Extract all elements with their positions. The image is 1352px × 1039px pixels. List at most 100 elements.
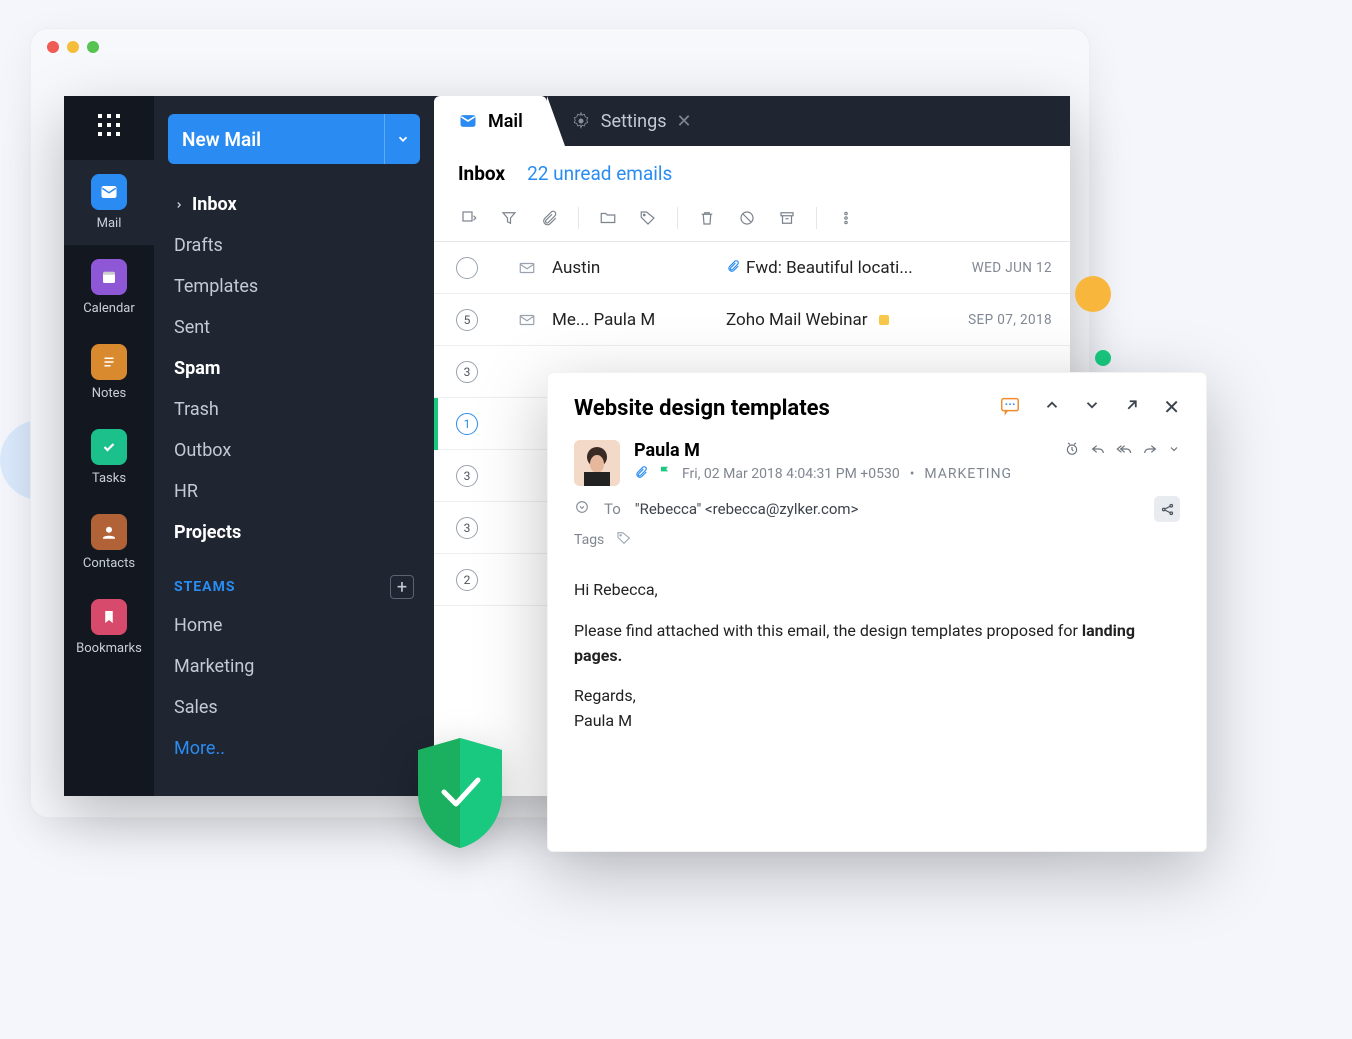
folder-hr[interactable]: HR [168, 471, 420, 512]
more-actions-icon[interactable] [1168, 441, 1180, 461]
close-tab-icon[interactable]: ✕ [677, 111, 692, 132]
rail-item-tasks[interactable]: Tasks [64, 415, 154, 500]
folder-trash[interactable]: Trash [168, 389, 420, 430]
folder-spam[interactable]: Spam [168, 348, 420, 389]
divider [677, 207, 678, 229]
close-preview-icon[interactable]: ✕ [1163, 395, 1180, 422]
stream-label: Marketing [174, 656, 254, 677]
rail-item-bookmarks[interactable]: Bookmarks [64, 585, 154, 670]
to-value: "Rebecca" <rebecca@zylker.com> [635, 500, 859, 518]
folder-sent[interactable]: Sent [168, 307, 420, 348]
rail-item-calendar[interactable]: Calendar [64, 245, 154, 330]
rail-label: Calendar [83, 301, 135, 316]
add-stream-button[interactable]: + [390, 575, 414, 599]
tab-settings[interactable]: Settings ✕ [547, 96, 716, 146]
folder-label: Inbox [192, 194, 237, 215]
mail-row[interactable]: 5Me... Paula MZoho Mail WebinarSEP 07, 2… [434, 294, 1070, 346]
thread-count-badge: 1 [456, 413, 478, 435]
flag-icon[interactable] [658, 465, 672, 483]
reminder-icon[interactable] [1064, 441, 1080, 461]
label-dot [879, 315, 889, 325]
folder-templates[interactable]: Templates [168, 266, 420, 307]
attachment-filter-icon[interactable] [538, 207, 560, 229]
body-greeting: Hi Rebecca, [574, 578, 1180, 603]
attachment-icon[interactable] [634, 465, 648, 483]
folder-title: Inbox [458, 162, 505, 185]
new-mail-label: New Mail [182, 128, 261, 151]
chat-icon[interactable] [999, 395, 1021, 422]
mail-row[interactable]: AustinFwd: Beautiful locati...WED JUN 12 [434, 242, 1070, 294]
folder-outbox[interactable]: Outbox [168, 430, 420, 471]
reply-all-icon[interactable] [1116, 441, 1132, 461]
filter-icon[interactable] [498, 207, 520, 229]
minimize-light[interactable] [67, 41, 79, 53]
calendar-icon [91, 259, 127, 295]
move-folder-icon[interactable] [597, 207, 619, 229]
unread-count[interactable]: 22 unread emails [527, 162, 672, 185]
rail-label: Tasks [92, 471, 126, 486]
rail-label: Contacts [83, 556, 135, 571]
thread-count-badge: 2 [456, 569, 478, 591]
rail-label: Bookmarks [76, 641, 142, 656]
tab-mail[interactable]: Mail [434, 96, 547, 146]
mail-preview-card: Website design templates ✕ Paula M [547, 372, 1207, 852]
stream-home[interactable]: Home [168, 605, 420, 646]
envelope-icon [516, 309, 538, 331]
security-shield-icon [410, 734, 510, 852]
traffic-lights [47, 41, 99, 53]
share-icon[interactable] [1154, 496, 1180, 522]
tags-label: Tags [574, 532, 604, 548]
new-mail-button[interactable]: New Mail [168, 114, 420, 164]
folder-projects[interactable]: Projects [168, 512, 420, 553]
bookmarks-icon [91, 599, 127, 635]
archive-icon[interactable] [776, 207, 798, 229]
contacts-icon [91, 514, 127, 550]
rail-label: Notes [92, 386, 127, 401]
forward-icon[interactable] [1142, 441, 1158, 461]
spam-icon[interactable] [736, 207, 758, 229]
divider [816, 207, 817, 229]
notes-icon [91, 344, 127, 380]
prev-icon[interactable] [1043, 395, 1061, 422]
decorative-circle-green [1095, 350, 1111, 366]
tab-label: Settings [601, 111, 667, 132]
tasks-icon [91, 429, 127, 465]
stream-more[interactable]: More.. [168, 728, 420, 769]
decorative-circle-yellow [1075, 276, 1111, 312]
chevron-down-icon[interactable] [384, 114, 420, 164]
maximize-light[interactable] [87, 41, 99, 53]
thread-count-badge: 3 [456, 465, 478, 487]
streams-header: STEAMS [174, 579, 235, 595]
stream-sales[interactable]: Sales [168, 687, 420, 728]
folder-inbox[interactable]: Inbox [168, 184, 420, 225]
more-icon[interactable] [835, 207, 857, 229]
app-switcher-icon[interactable] [98, 114, 120, 136]
sender-name: Paula M [634, 440, 700, 461]
folder-nav: New Mail Inbox DraftsTemplatesSent Spam Tra… [154, 96, 434, 796]
stream-label: More.. [174, 738, 225, 759]
app-rail: Mail Calendar Notes Tasks Contacts [64, 96, 154, 796]
mail-date: SEP 07, 2018 [968, 312, 1052, 328]
body-line: Please find attached with this email, th… [574, 619, 1180, 669]
dot-sep: • [910, 466, 915, 482]
stream-label: Sales [174, 697, 218, 718]
expand-recipients-icon[interactable] [574, 499, 590, 519]
rail-item-contacts[interactable]: Contacts [64, 500, 154, 585]
stream-marketing[interactable]: Marketing [168, 646, 420, 687]
popout-icon[interactable] [1123, 395, 1141, 422]
add-tag-icon[interactable] [616, 530, 632, 550]
tag-icon[interactable] [637, 207, 659, 229]
rail-item-notes[interactable]: Notes [64, 330, 154, 415]
folder-drafts[interactable]: Drafts [168, 225, 420, 266]
envelope-icon [516, 257, 538, 279]
sender-avatar [574, 440, 620, 486]
body-signature: Paula M [574, 709, 1180, 734]
folder-label: Spam [174, 358, 220, 379]
rail-item-mail[interactable]: Mail [64, 160, 154, 245]
delete-icon[interactable] [696, 207, 718, 229]
list-header: Inbox 22 unread emails [434, 146, 1070, 201]
next-icon[interactable] [1083, 395, 1101, 422]
reply-icon[interactable] [1090, 441, 1106, 461]
select-all-checkbox[interactable] [458, 207, 480, 229]
close-light[interactable] [47, 41, 59, 53]
